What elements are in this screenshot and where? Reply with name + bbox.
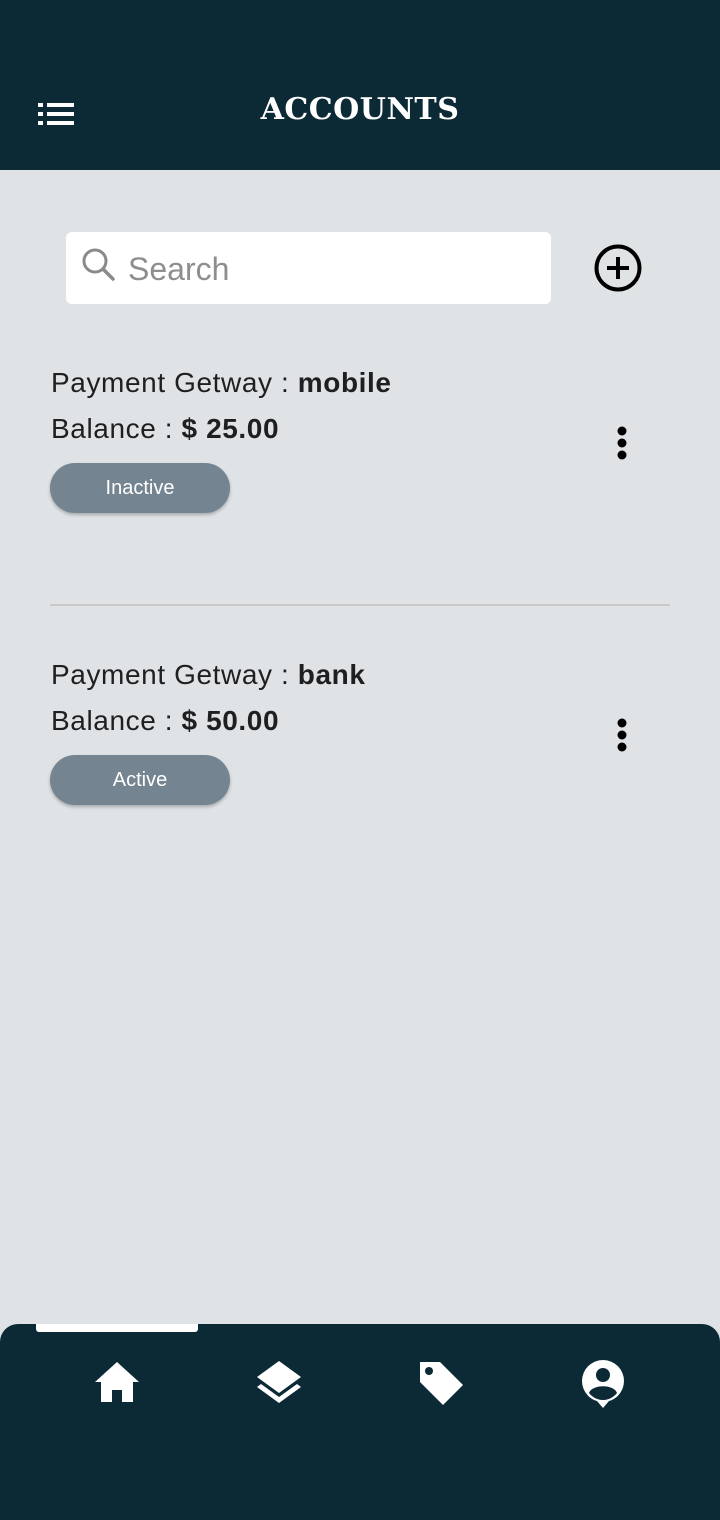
gateway-value: mobile [297, 367, 392, 398]
nav-active-indicator [36, 1324, 198, 1332]
layers-icon[interactable] [252, 1356, 306, 1410]
balance-line: Balance : $ 25.00 [51, 413, 279, 445]
balance-value: $ 50.00 [181, 705, 280, 736]
gateway-line: Payment Getway : mobile [51, 367, 392, 399]
account-card: Payment Getway : bank Balance : $ 50.00 … [0, 659, 720, 859]
status-button[interactable]: Inactive [50, 463, 230, 513]
plus-circle-icon[interactable] [594, 244, 642, 292]
gateway-label: Payment Getway : [51, 659, 298, 690]
home-icon[interactable] [90, 1356, 144, 1410]
status-button[interactable]: Active [50, 755, 230, 805]
account-circle-icon[interactable] [576, 1356, 630, 1410]
gateway-label: Payment Getway : [51, 367, 298, 398]
balance-line: Balance : $ 50.00 [51, 705, 279, 737]
more-vert-icon[interactable] [606, 423, 638, 463]
balance-label: Balance : [51, 705, 182, 736]
account-card: Payment Getway : mobile Balance : $ 25.0… [0, 367, 720, 567]
balance-value: $ 25.00 [181, 413, 280, 444]
gateway-line: Payment Getway : bank [51, 659, 366, 691]
page-title: ACCOUNTS [260, 92, 460, 127]
tag-icon[interactable] [414, 1356, 468, 1410]
more-vert-icon[interactable] [606, 715, 638, 755]
app-header: ACCOUNTS [0, 0, 720, 170]
search-input[interactable] [128, 246, 538, 292]
balance-label: Balance : [51, 413, 182, 444]
bottom-nav [0, 1324, 720, 1520]
search-icon [82, 248, 115, 281]
gateway-value: bank [297, 659, 366, 690]
divider [50, 604, 670, 606]
